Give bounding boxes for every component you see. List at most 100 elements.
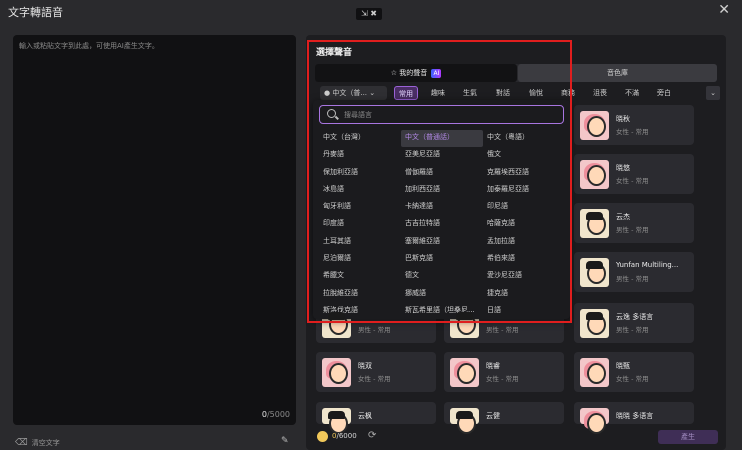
- filter-row: ● 中文（普... ⌄ 常用 趣味 生氣 對話 愉悅 商務 沮喪 不滿 旁白 ⌄: [316, 86, 720, 101]
- language-option[interactable]: 孟加拉語: [483, 234, 565, 251]
- category-fun[interactable]: 趣味: [431, 86, 445, 100]
- category-discontent[interactable]: 不滿: [625, 86, 639, 100]
- language-option[interactable]: 塞爾維亞語: [401, 234, 483, 251]
- language-option[interactable]: 印尼語: [483, 199, 565, 216]
- panel-title: 選擇聲音: [316, 48, 353, 58]
- voice-name: 云枫: [358, 412, 372, 420]
- voice-name: 晓悠: [616, 164, 630, 172]
- language-option[interactable]: 冰島語: [319, 182, 401, 199]
- avatar: [580, 160, 609, 189]
- language-option[interactable]: 僧伽羅語: [401, 165, 483, 182]
- language-option[interactable]: 保加利亞語: [319, 165, 401, 182]
- language-option[interactable]: 挪威語: [401, 286, 483, 303]
- language-option[interactable]: 克羅埃西亞語: [483, 165, 565, 182]
- voice-card[interactable]: 晓晓 多语言: [574, 402, 694, 434]
- avatar: [580, 408, 609, 434]
- avatar: [580, 309, 609, 338]
- restore-badge[interactable]: ⇲ ✖: [356, 8, 382, 20]
- language-option[interactable]: 捷克語: [483, 286, 565, 303]
- generate-button[interactable]: 產生: [658, 430, 718, 444]
- language-option[interactable]: 中文（粵語）: [483, 130, 565, 147]
- voice-card[interactable]: 晓秋 女性 - 常用: [574, 105, 694, 145]
- editor-placeholder: 輸入或粘貼文字到此處，可使用AI產生文字。: [19, 42, 159, 50]
- language-option[interactable]: 亞美尼亞語: [401, 147, 483, 164]
- category-joyful[interactable]: 愉悅: [529, 86, 543, 100]
- voice-name: 晓晓 多语言: [616, 412, 654, 420]
- voice-meta: 女性 - 常用: [616, 375, 649, 383]
- voice-card[interactable]: Yunfan Multiling... 男性 - 常用: [574, 252, 694, 292]
- eraser-icon: ⌫: [15, 438, 28, 448]
- globe-icon: ●: [324, 89, 331, 97]
- language-option[interactable]: 加泰羅尼亞語: [483, 182, 565, 199]
- language-option[interactable]: 中文（普通話）: [401, 130, 483, 148]
- voice-card[interactable]: 云枫: [316, 402, 436, 434]
- language-option[interactable]: 丹麥語: [319, 147, 401, 164]
- refresh-icon[interactable]: ⟳: [368, 430, 376, 441]
- close-icon[interactable]: ✕: [718, 2, 730, 18]
- coin-icon: [317, 431, 328, 442]
- avatar: [580, 209, 609, 238]
- clear-text-label: 清空文字: [31, 439, 60, 447]
- language-dropdown: 中文（台灣）中文（普通話）中文（粵語） 丹麥語亞美尼亞語俄文保加利亞語僧伽羅語克羅…: [313, 100, 570, 319]
- language-option[interactable]: 希伯來語: [483, 251, 565, 268]
- language-option[interactable]: 印度語: [319, 216, 401, 233]
- chevron-down-icon: ⌄: [369, 89, 376, 97]
- language-option[interactable]: 俄文: [483, 147, 565, 164]
- voice-meta: 女性 - 常用: [486, 375, 519, 383]
- language-option[interactable]: 中文（台灣）: [319, 130, 401, 147]
- language-option[interactable]: 德文: [401, 268, 483, 285]
- more-categories-icon[interactable]: ⌄: [706, 86, 720, 100]
- language-option[interactable]: 希臘文: [319, 268, 401, 285]
- voice-meta: 女性 - 常用: [616, 177, 649, 185]
- language-option[interactable]: 日語: [483, 303, 565, 320]
- voice-meta: 女性 - 常用: [616, 128, 649, 136]
- language-search-input[interactable]: [344, 108, 554, 121]
- voice-card[interactable]: 晓悠 女性 - 常用: [574, 154, 694, 194]
- tab-voice-library[interactable]: 音色庫: [518, 64, 717, 82]
- category-depressed[interactable]: 沮喪: [593, 86, 607, 100]
- language-select[interactable]: ● 中文（普... ⌄: [320, 86, 387, 100]
- voice-card[interactable]: 晓甄 女性 - 常用: [574, 352, 694, 392]
- language-option[interactable]: 匈牙利語: [319, 199, 401, 216]
- language-option[interactable]: 尼泊爾語: [319, 251, 401, 268]
- language-option[interactable]: 古吉拉特語: [401, 216, 483, 233]
- voice-name: 云健: [486, 412, 500, 420]
- language-search[interactable]: [319, 105, 564, 124]
- voice-card[interactable]: 晓睿 女性 - 常用: [444, 352, 564, 392]
- avatar: [450, 358, 479, 387]
- voice-meta: 男性 - 常用: [616, 326, 649, 334]
- language-option[interactable]: 卡納達語: [401, 199, 483, 216]
- category-common[interactable]: 常用: [394, 86, 418, 100]
- language-option[interactable]: 愛沙尼亞語: [483, 268, 565, 285]
- voice-name: Yunfan Multiling...: [616, 261, 679, 269]
- avatar: [580, 358, 609, 387]
- voice-meta: 男性 - 常用: [358, 326, 391, 334]
- voice-name: 晓秋: [616, 115, 630, 123]
- category-angry[interactable]: 生氣: [463, 86, 477, 100]
- voice-card[interactable]: 云杰 男性 - 常用: [574, 203, 694, 243]
- avatar: [322, 408, 351, 434]
- language-option[interactable]: 哈薩克語: [483, 216, 565, 233]
- char-count: 0/5000: [261, 410, 290, 419]
- voice-card[interactable]: 晓双 女性 - 常用: [316, 352, 436, 392]
- category-dialogue[interactable]: 對話: [496, 86, 510, 100]
- language-select-value: 中文（普...: [332, 89, 368, 97]
- tab-my-voice-label: 我的聲音: [399, 69, 428, 77]
- voice-meta: 女性 - 常用: [358, 375, 391, 383]
- voice-name: 云逸 多语言: [616, 313, 654, 321]
- text-editor[interactable]: 輸入或粘貼文字到此處，可使用AI產生文字。 0/5000: [13, 35, 296, 425]
- clear-text-button[interactable]: ⌫ 清空文字: [15, 438, 60, 448]
- voice-meta: 男性 - 常用: [616, 275, 649, 283]
- language-option[interactable]: 拉脫維亞語: [319, 286, 401, 303]
- language-option[interactable]: 加利西亞語: [401, 182, 483, 199]
- language-option[interactable]: 土耳其語: [319, 234, 401, 251]
- tab-my-voice[interactable]: ☆ 我的聲音 AI: [315, 64, 517, 82]
- language-option[interactable]: 巴斯克語: [401, 251, 483, 268]
- voice-meta: 男性 - 常用: [486, 326, 519, 334]
- voice-name: 晓睿: [486, 362, 500, 370]
- voice-card[interactable]: 云逸 多语言 男性 - 常用: [574, 303, 694, 343]
- category-business[interactable]: 商務: [561, 86, 575, 100]
- category-narration[interactable]: 旁白: [657, 86, 671, 100]
- ai-write-icon[interactable]: ✎: [281, 436, 289, 446]
- voice-card[interactable]: 云健: [444, 402, 564, 434]
